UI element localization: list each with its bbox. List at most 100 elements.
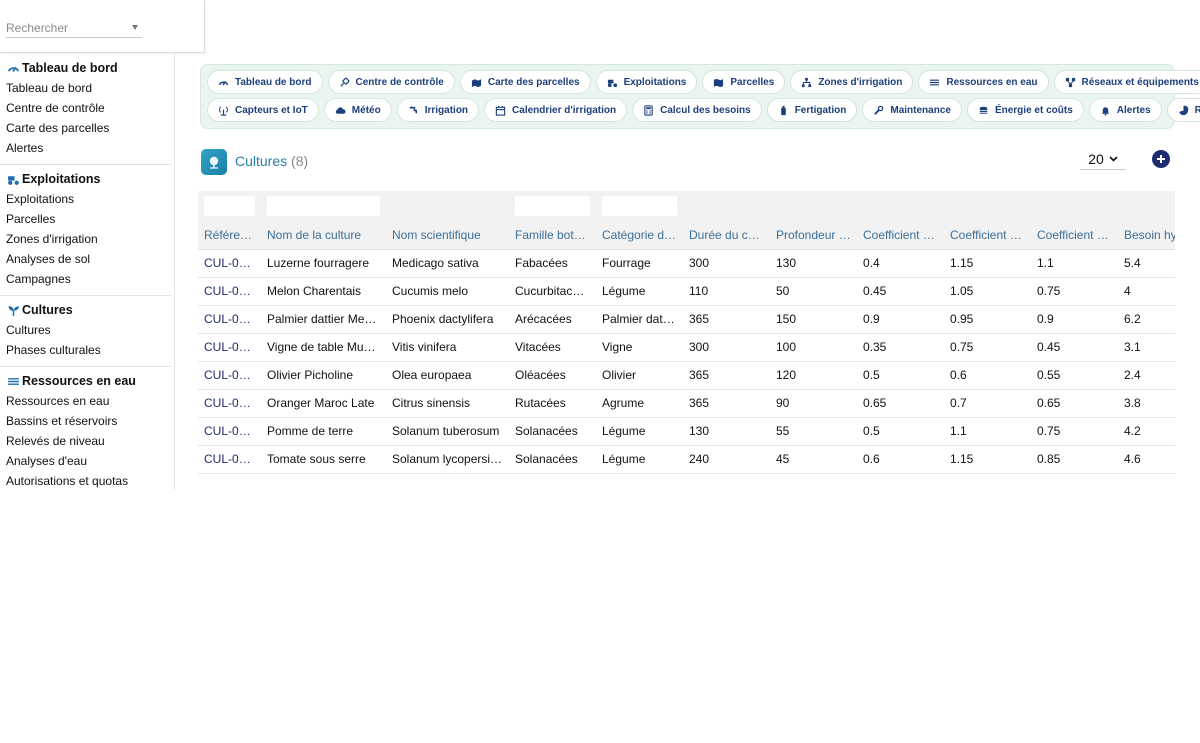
toolbar-button[interactable]: Parcelles: [702, 70, 786, 94]
sidebar-item[interactable]: Carte des parcelles: [0, 118, 171, 138]
record-reference-link[interactable]: CUL-0005: [198, 333, 261, 362]
table-cell: Arécacées: [509, 305, 596, 334]
record-reference-link[interactable]: CUL-0004: [198, 361, 261, 390]
record-reference-link[interactable]: CUL-0006: [198, 305, 261, 334]
table-row[interactable]: CUL-0008 Luzerne fourragere Medicago sativ…: [198, 249, 1175, 278]
toolbar-button[interactable]: Zones d'irrigation: [790, 70, 914, 94]
sidebar-item[interactable]: Parcelles: [0, 209, 171, 229]
table-row[interactable]: CUL-0002 Pomme de terre Solanum tuberosum S…: [198, 417, 1175, 446]
table-row[interactable]: CUL-0005 Vigne de table Muscat Vitis vinif…: [198, 333, 1175, 362]
toolbar-button-label: Capteurs et IoT: [235, 104, 308, 116]
column-header[interactable]: Profondeur racinaire: [770, 221, 857, 250]
record-reference-link[interactable]: CUL-0002: [198, 417, 261, 446]
toolbar-button[interactable]: Irrigation: [396, 98, 480, 122]
toolbar-button-label: Alertes: [1116, 104, 1151, 116]
table-cell: Oranger Maroc Late: [261, 389, 386, 418]
sidebar-item[interactable]: Bassins et réservoirs: [0, 411, 171, 431]
column-header[interactable]: Coefficient cultural initial: [857, 221, 944, 250]
toolbar-button[interactable]: Reporting: [1166, 98, 1200, 122]
table-cell: 300: [683, 249, 770, 278]
sidebar-item[interactable]: Tableau de bord: [0, 78, 171, 98]
column-filter-input[interactable]: [204, 196, 255, 216]
record-reference-link[interactable]: CUL-0001: [198, 445, 261, 474]
sidebar-item[interactable]: Ressources en eau: [0, 391, 171, 411]
sidebar-section-header[interactable]: Tableau de bord: [0, 58, 171, 78]
table-cell: Solanacées: [509, 417, 596, 446]
column-header[interactable]: Durée du cycle: [683, 221, 770, 250]
toolbar-button-label: Fertigation: [794, 104, 847, 116]
table-cell: 1.05: [944, 277, 1031, 306]
filter-cell: [944, 191, 1031, 221]
table-cell: 0.4: [857, 249, 944, 278]
table-row[interactable]: CUL-0004 Olivier Picholine Olea europaea Ol…: [198, 361, 1175, 390]
table-cell: 365: [683, 305, 770, 334]
column-header[interactable]: Nom de la culture: [261, 221, 386, 250]
sidebar-item[interactable]: Phases culturales: [0, 340, 171, 360]
sidebar-item[interactable]: Relevés de niveau: [0, 431, 171, 451]
table-cell: Medicago sativa: [386, 249, 509, 278]
search-input[interactable]: Rechercher: [6, 18, 142, 38]
sidebar-item[interactable]: Analyses d'eau: [0, 451, 171, 471]
table-cell: 5.4: [1118, 249, 1175, 278]
toolbar-button[interactable]: Météo: [323, 98, 392, 122]
toolbar-button[interactable]: Carte des parcelles: [459, 70, 591, 94]
sidebar-item[interactable]: Exploitations: [0, 189, 171, 209]
search-box: Rechercher: [0, 0, 205, 53]
column-header[interactable]: Nom scientifique: [386, 221, 509, 250]
column-header[interactable]: Catégorie de culture: [596, 221, 683, 250]
toolbar-button[interactable]: Maintenance: [862, 98, 962, 122]
record-reference-link[interactable]: CUL-0008: [198, 249, 261, 278]
sidebar-item[interactable]: Zones d'irrigation: [0, 229, 171, 249]
column-header[interactable]: Famille botanique: [509, 221, 596, 250]
table-row[interactable]: CUL-0006 Palmier dattier Medjool Phoenix d…: [198, 305, 1175, 334]
toolbar-button[interactable]: Calendrier d'irrigation: [484, 98, 628, 122]
water-icon: [930, 79, 940, 85]
add-record-button[interactable]: [1152, 150, 1170, 168]
table-cell: 4: [1118, 277, 1175, 306]
table-cell: 0.6: [944, 361, 1031, 390]
toolbar-button[interactable]: Tableau de bord: [207, 70, 323, 94]
sidebar-item[interactable]: Centre de contrôle: [0, 98, 171, 118]
chevron-down-icon[interactable]: [132, 25, 138, 30]
sidebar-section-header[interactable]: Exploitations: [0, 169, 171, 189]
sidebar-item[interactable]: Analyses de sol: [0, 249, 171, 269]
column-filter-input[interactable]: [602, 196, 677, 216]
record-reference-link[interactable]: CUL-0007: [198, 277, 261, 306]
column-header[interactable]: Coefficient cultural fin: [1031, 221, 1118, 250]
toolbar-button[interactable]: Réseaux et équipements: [1053, 70, 1200, 94]
toolbar-button[interactable]: Ressources en eau: [918, 70, 1049, 94]
sidebar-section-header[interactable]: Ressources en eau: [0, 371, 171, 391]
table-row[interactable]: CUL-0003 Oranger Maroc Late Citrus sinensi…: [198, 389, 1175, 418]
table-row[interactable]: CUL-0001 Tomate sous serre Solanum lycoper…: [198, 445, 1175, 474]
section-icon-wrap: [6, 374, 20, 388]
column-header[interactable]: Référence: [198, 221, 261, 250]
toolbar-button[interactable]: Calcul des besoins: [632, 98, 762, 122]
page-size-select[interactable]: 20: [1080, 148, 1126, 170]
toolbar-button[interactable]: Centre de contrôle: [327, 70, 455, 94]
table-cell: Oléacées: [509, 361, 596, 390]
toolbar-button[interactable]: Alertes: [1088, 98, 1162, 122]
toolbar-button[interactable]: Exploitations: [595, 70, 698, 94]
sidebar-item[interactable]: Alertes: [0, 138, 171, 158]
table-row[interactable]: CUL-0007 Melon Charentais Cucumis melo Cucu…: [198, 277, 1175, 306]
sidebar: Tableau de bord Tableau de bord Centre de …: [0, 0, 175, 490]
table-cell: Agrume: [596, 389, 683, 418]
column-filter-input[interactable]: [515, 196, 590, 216]
satellite-icon: [339, 77, 349, 87]
record-reference-link[interactable]: CUL-0003: [198, 389, 261, 418]
table-cell: Vigne: [596, 333, 683, 362]
sidebar-section-header[interactable]: Cultures: [0, 300, 171, 320]
filter-cell: [1118, 191, 1175, 221]
table-cell: 50: [770, 277, 857, 306]
toolbar-button[interactable]: Capteurs et IoT: [207, 98, 319, 122]
sidebar-item[interactable]: Autorisations et quotas: [0, 471, 171, 490]
column-filter-input[interactable]: [267, 196, 380, 216]
sidebar-item[interactable]: Campagnes: [0, 269, 171, 289]
toolbar-button[interactable]: Fertigation: [766, 98, 858, 122]
column-header[interactable]: Besoin hydrique: [1118, 221, 1175, 250]
sidebar-item[interactable]: Cultures: [0, 320, 171, 340]
filter-cell: [509, 191, 596, 221]
table-cell: 110: [683, 277, 770, 306]
toolbar-button[interactable]: Énergie et coûts: [966, 98, 1084, 122]
column-header[interactable]: Coefficient cultural mi-saison: [944, 221, 1031, 250]
